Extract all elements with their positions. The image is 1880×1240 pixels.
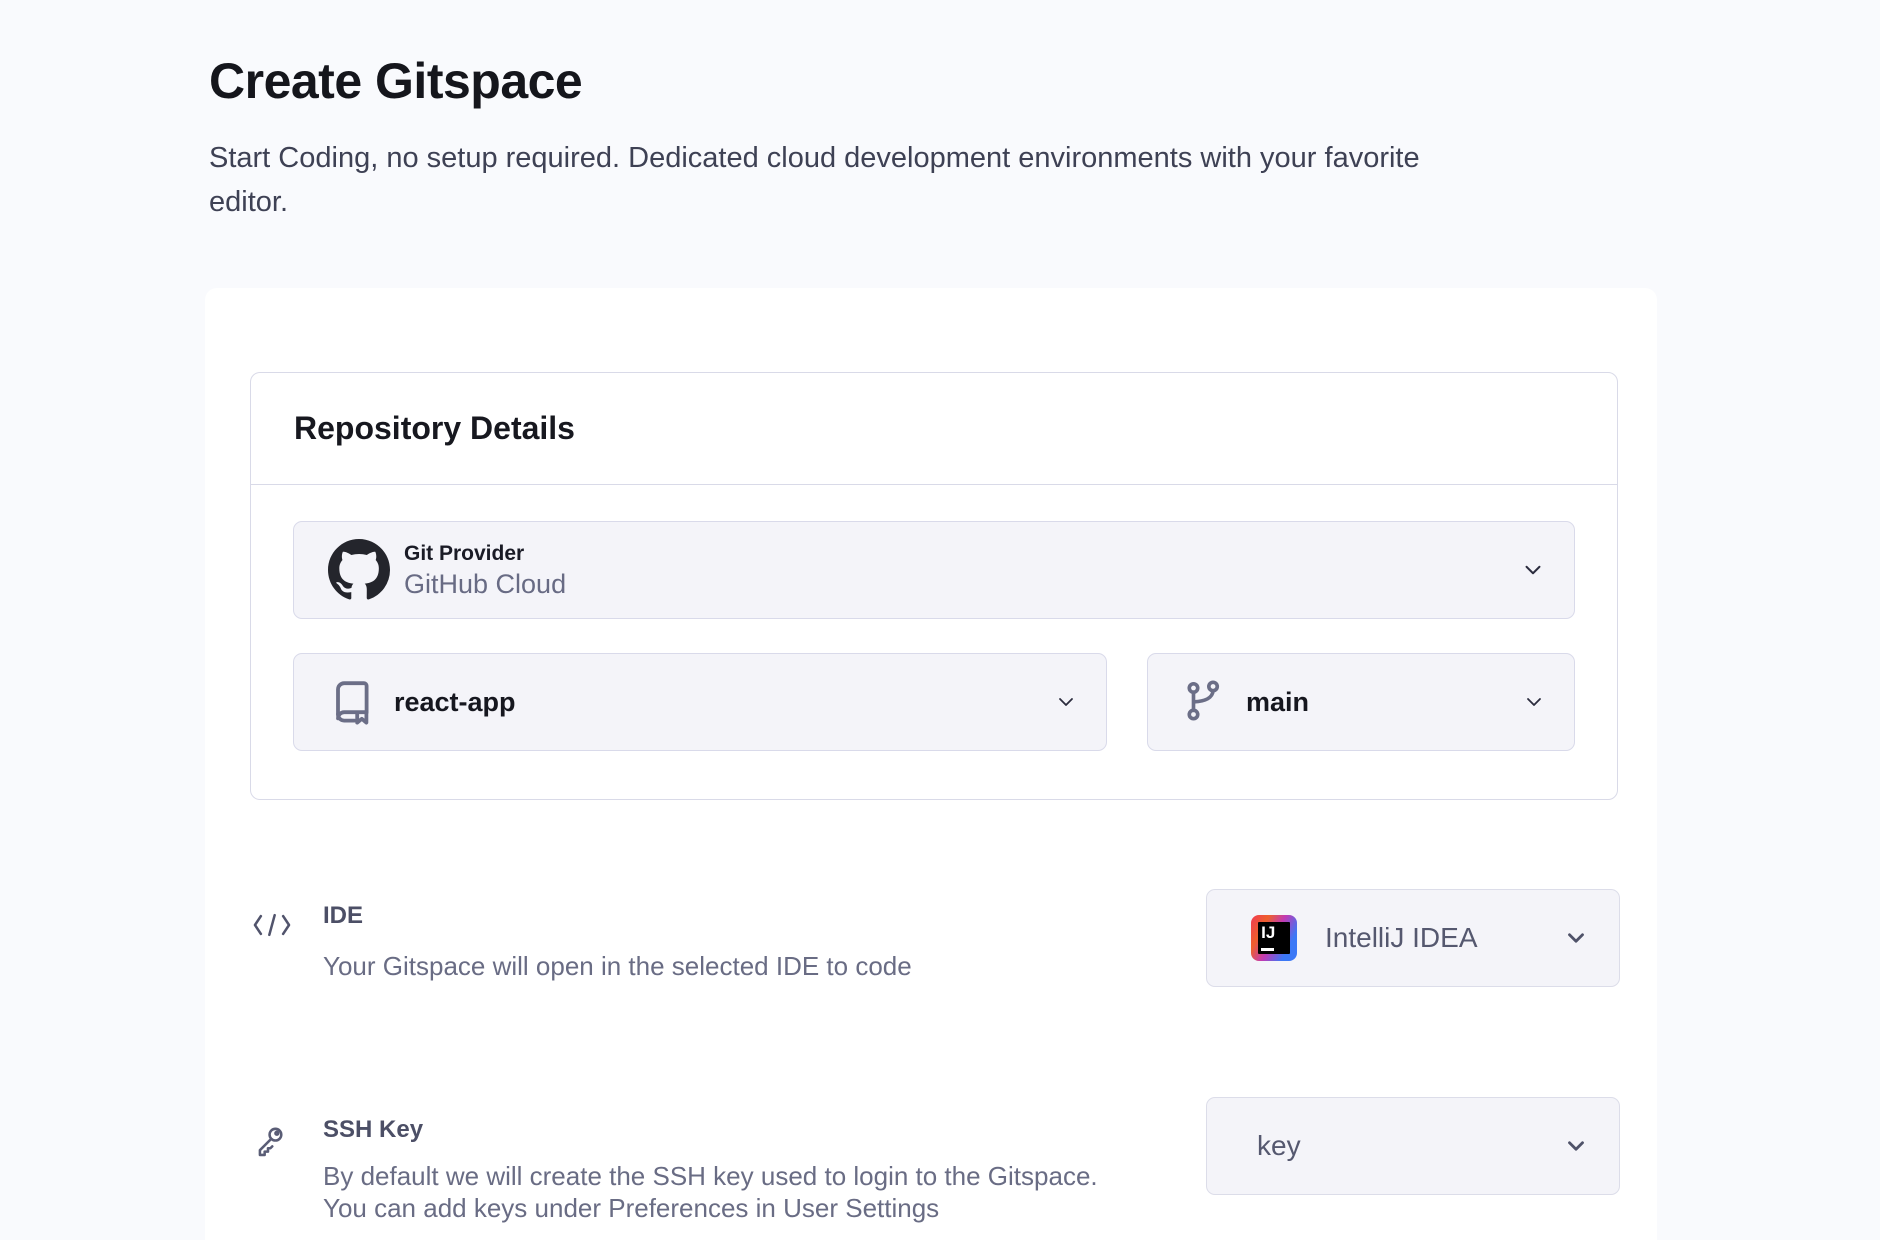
ide-select[interactable]: IJ IntelliJ IDEA bbox=[1206, 889, 1620, 987]
intellij-logo-text: IJ bbox=[1261, 923, 1275, 943]
branch-select[interactable]: main bbox=[1147, 653, 1575, 751]
page-subtitle: Start Coding, no setup required. Dedicat… bbox=[209, 136, 1420, 224]
create-gitspace-page: Create Gitspace Start Coding, no setup r… bbox=[0, 0, 1880, 1240]
repository-value: react-app bbox=[394, 687, 516, 718]
github-logo-icon bbox=[328, 539, 390, 601]
repo-book-icon bbox=[328, 677, 376, 727]
git-provider-value: GitHub Cloud bbox=[404, 568, 566, 601]
repository-select[interactable]: react-app bbox=[293, 653, 1107, 751]
gitspace-form-card: Repository Details Git Provider GitHub C… bbox=[205, 288, 1657, 1240]
ssh-key-selected-value: key bbox=[1257, 1130, 1301, 1162]
repository-details-heading: Repository Details bbox=[251, 373, 1617, 485]
ssh-description-line2: You can add keys under Preferences in Us… bbox=[323, 1192, 1143, 1224]
git-branch-icon bbox=[1182, 677, 1228, 727]
page-subtitle-line1: Start Coding, no setup required. Dedicat… bbox=[209, 136, 1420, 180]
ssh-key-select[interactable]: key bbox=[1206, 1097, 1620, 1195]
chevron-down-icon bbox=[1563, 1133, 1589, 1159]
page-title: Create Gitspace bbox=[209, 52, 582, 110]
ssh-key-section-description: By default we will create the SSH key us… bbox=[323, 1160, 1143, 1224]
ssh-description-line1: By default we will create the SSH key us… bbox=[323, 1160, 1143, 1192]
repository-details-body: Git Provider GitHub Cloud bbox=[251, 485, 1617, 751]
intellij-idea-logo-icon: IJ bbox=[1251, 915, 1297, 961]
ide-selected-value: IntelliJ IDEA bbox=[1325, 922, 1478, 954]
branch-value: main bbox=[1246, 687, 1309, 718]
git-provider-select[interactable]: Git Provider GitHub Cloud bbox=[293, 521, 1575, 619]
chevron-down-icon bbox=[1520, 557, 1546, 583]
page-subtitle-line2: editor. bbox=[209, 180, 1420, 224]
ssh-key-section-heading: SSH Key bbox=[323, 1116, 423, 1144]
chevron-down-icon bbox=[1054, 690, 1078, 714]
chevron-down-icon bbox=[1522, 690, 1546, 714]
chevron-down-icon bbox=[1563, 925, 1589, 951]
ide-section-heading: IDE bbox=[323, 902, 363, 930]
code-icon bbox=[252, 912, 292, 938]
repository-details-card: Repository Details Git Provider GitHub C… bbox=[250, 372, 1618, 800]
key-icon bbox=[252, 1120, 290, 1168]
ide-section-description: Your Gitspace will open in the selected … bbox=[323, 950, 912, 982]
git-provider-label: Git Provider bbox=[404, 539, 566, 568]
